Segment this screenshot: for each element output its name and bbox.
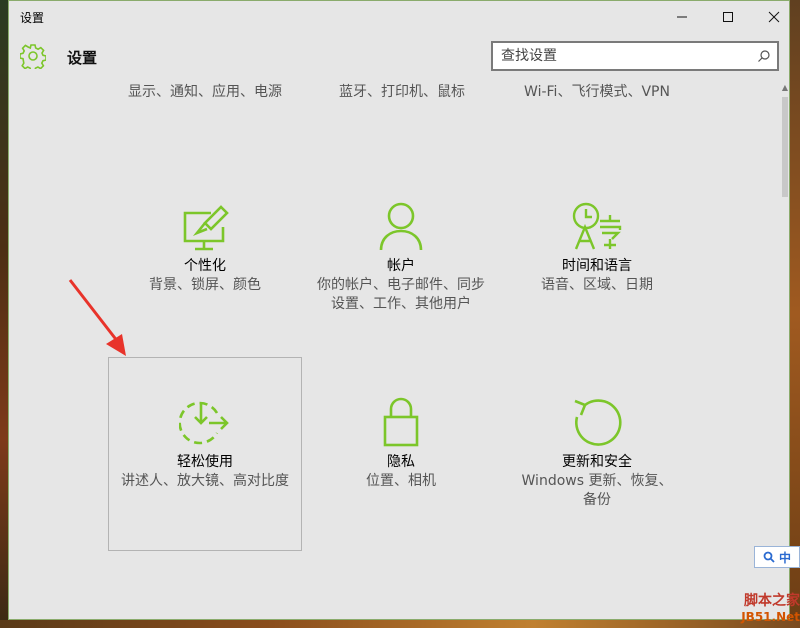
accounts-icon xyxy=(379,202,423,251)
tile-update-security[interactable]: 更新和安全 Windows 更新、恢复、备份 xyxy=(499,397,695,510)
annotation-arrow xyxy=(68,279,126,356)
system-tile-desc[interactable]: 显示、通知、应用、电源 xyxy=(117,83,293,102)
desktop-left-edge xyxy=(0,0,8,628)
search-box[interactable] xyxy=(491,41,779,71)
scrollbar[interactable]: ▲ xyxy=(781,83,789,573)
watermark-line2: JB51.Net xyxy=(741,610,800,624)
tile-name: 更新和安全 xyxy=(562,454,632,470)
tile-time-language[interactable]: 时间和语言 语音、区域、日期 xyxy=(499,201,695,295)
gear-icon xyxy=(19,43,47,73)
close-button[interactable] xyxy=(751,1,797,33)
tile-name: 帐户 xyxy=(387,258,415,274)
tile-desc: 你的帐户、电子邮件、同步设置、工作、其他用户 xyxy=(317,277,485,312)
ease-of-access-icon xyxy=(179,401,229,445)
update-security-icon xyxy=(574,399,622,446)
tile-ease-of-access[interactable]: 轻松使用 讲述人、放大镜、高对比度 xyxy=(107,399,303,491)
personalization-icon xyxy=(183,205,229,251)
tile-desc: 讲述人、放大镜、高对比度 xyxy=(121,473,289,489)
search-input[interactable] xyxy=(493,43,759,69)
desktop-bottom-edge xyxy=(0,620,800,628)
ime-label: 中 xyxy=(778,550,791,565)
scroll-up-arrow-icon[interactable]: ▲ xyxy=(781,83,789,93)
ime-search-icon xyxy=(763,551,775,563)
desktop-right-edge xyxy=(790,0,800,628)
tile-name: 隐私 xyxy=(387,454,415,470)
tile-desc: Windows 更新、恢复、备份 xyxy=(521,473,673,508)
tile-name: 时间和语言 xyxy=(562,258,632,274)
search-icon[interactable] xyxy=(757,48,771,67)
network-tile-desc[interactable]: Wi-Fi、飞行模式、VPN xyxy=(499,83,695,102)
title-bar[interactable]: 设置 xyxy=(9,1,789,33)
tile-name: 轻松使用 xyxy=(177,454,233,470)
ime-indicator[interactable]: 中 xyxy=(754,546,800,568)
scroll-thumb[interactable] xyxy=(782,97,788,197)
tile-desc: 位置、相机 xyxy=(366,473,436,489)
time-language-icon xyxy=(572,202,622,250)
watermark-line1: 脚本之家 xyxy=(744,593,800,609)
watermark: 脚本之家 JB51.Net xyxy=(710,590,800,624)
window-title: 设置 xyxy=(20,11,45,25)
maximize-button[interactable] xyxy=(705,1,751,33)
tile-accounts[interactable]: 帐户 你的帐户、电子邮件、同步设置、工作、其他用户 xyxy=(303,201,499,314)
privacy-lock-icon xyxy=(383,397,419,447)
page-title: 设置 xyxy=(67,49,98,67)
minimize-button[interactable] xyxy=(659,1,705,33)
settings-header: 设置 xyxy=(9,33,789,79)
devices-tile-desc[interactable]: 蓝牙、打印机、鼠标 xyxy=(304,83,500,102)
tile-desc: 语音、区域、日期 xyxy=(541,277,653,293)
tile-privacy[interactable]: 隐私 位置、相机 xyxy=(303,397,499,491)
